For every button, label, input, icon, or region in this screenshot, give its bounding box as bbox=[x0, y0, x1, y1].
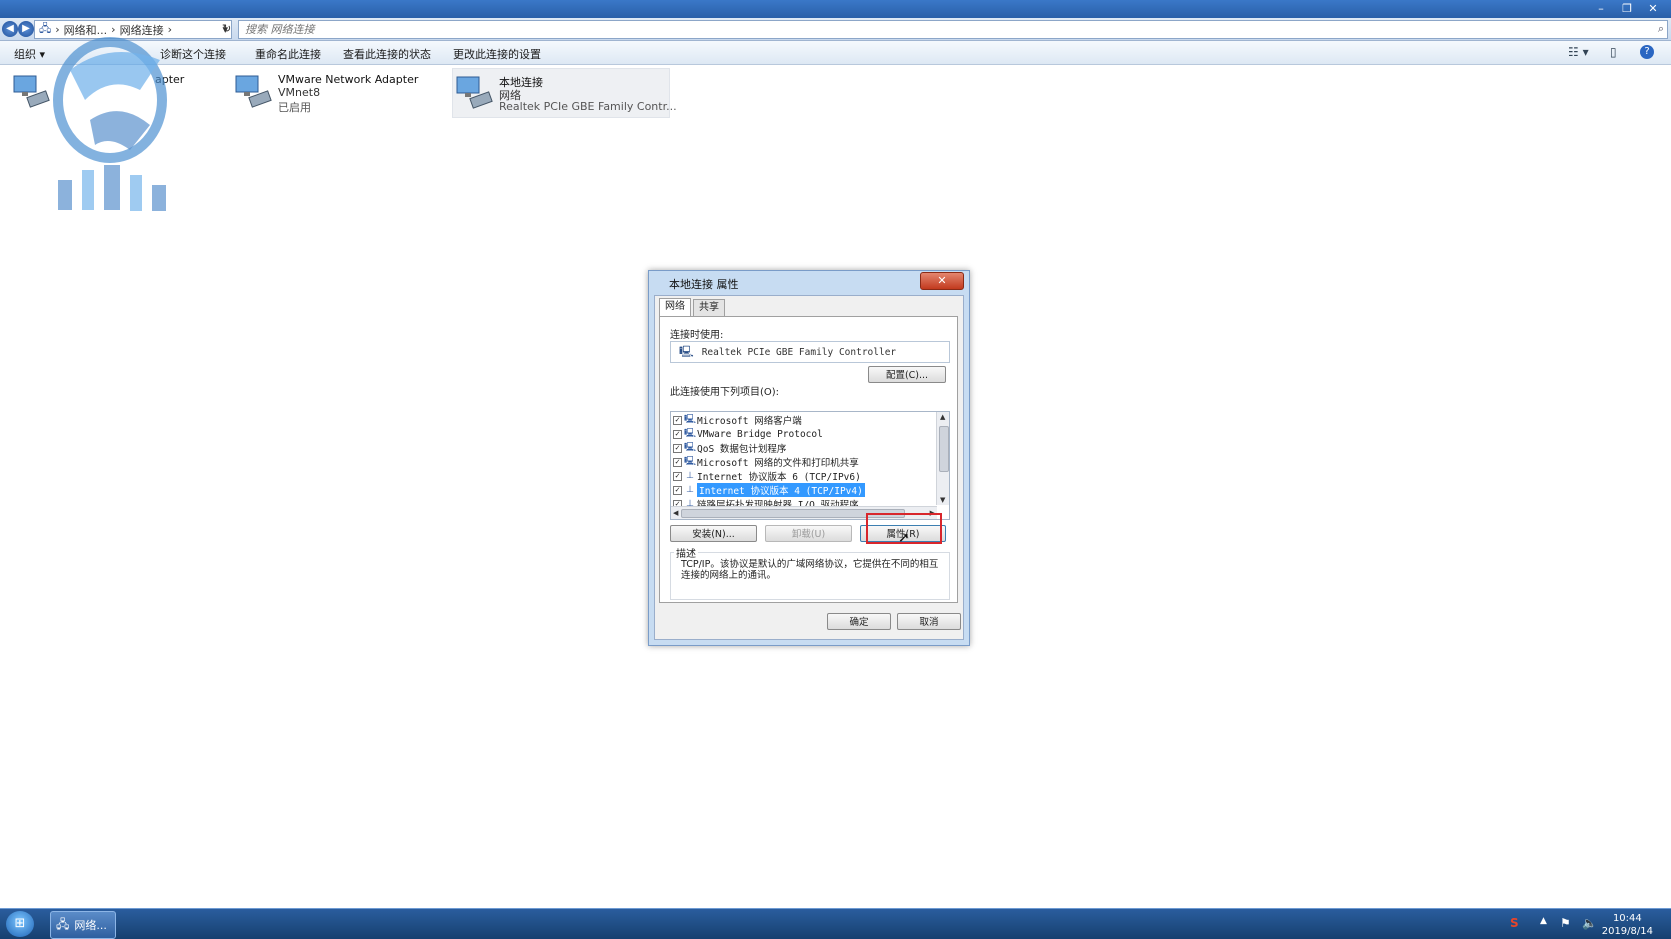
change-settings-button[interactable]: 更改此连接的设置 bbox=[453, 46, 541, 62]
view-options-icon[interactable]: ☷ ▾ bbox=[1568, 45, 1589, 59]
start-button[interactable]: ⊞ bbox=[6, 911, 34, 937]
install-button[interactable]: 安装(N)... bbox=[670, 525, 757, 542]
clock-time: 10:44 bbox=[1612, 913, 1642, 924]
description-text: TCP/IP。该协议是默认的广域网络协议，它提供在不同的相互连接的网络上的通讯。 bbox=[681, 559, 939, 581]
checkbox[interactable]: ✓ bbox=[673, 429, 682, 439]
connect-using-label: 连接时使用: bbox=[670, 330, 724, 341]
component-label: QoS 数据包计划程序 bbox=[697, 444, 787, 455]
adapter-name: VMware Network Adapter bbox=[278, 73, 419, 86]
minimize-button[interactable]: – bbox=[1589, 1, 1613, 16]
component-label: VMware Bridge Protocol bbox=[697, 428, 823, 440]
back-arrow-icon[interactable]: ◀ bbox=[2, 21, 18, 37]
adapter-tile-vmnet8[interactable]: VMware Network Adapter VMnet8 已启用 bbox=[232, 68, 432, 116]
mouse-pointer-icon: ➚ bbox=[898, 530, 910, 546]
list-item[interactable]: ✓ ⊥ Internet 协议版本 6 (TCP/IPv6) bbox=[673, 469, 861, 483]
protocol-icon: ⊥ bbox=[686, 471, 694, 481]
list-item[interactable]: ✓ 🖳 VMware Bridge Protocol bbox=[673, 427, 823, 441]
search-box[interactable]: ⌕ bbox=[238, 20, 1668, 39]
tab-sharing[interactable]: 共享 bbox=[693, 299, 725, 316]
list-item[interactable]: ✓ 🖳 Microsoft 网络客户端 bbox=[673, 413, 802, 427]
list-item[interactable]: ✓ 🖳 Microsoft 网络的文件和打印机共享 bbox=[673, 455, 859, 469]
watermark-logo bbox=[53, 37, 167, 211]
component-label: Internet 协议版本 4 (TCP/IPv4) bbox=[697, 483, 865, 497]
command-bar: 组织 ▾ 诊断这个连接 重命名此连接 查看此连接的状态 更改此连接的设置 ☷ ▾… bbox=[0, 41, 1671, 65]
component-label: Microsoft 网络的文件和打印机共享 bbox=[697, 458, 859, 469]
network-folder-icon: 🖧 bbox=[56, 916, 70, 931]
scroll-down-icon[interactable]: ▼ bbox=[940, 496, 945, 504]
address-row: ◀ ▶ 🖧 › 网络和... › 网络连接 › ▾ ↻ ⌕ bbox=[0, 18, 1671, 41]
checkbox[interactable]: ✓ bbox=[673, 471, 682, 481]
taskbar-button-network[interactable]: 🖧 网络... bbox=[50, 911, 116, 939]
input-method-icon[interactable]: S bbox=[1510, 916, 1519, 930]
adapter-device: Realtek PCIe GBE Family Contr... bbox=[499, 100, 677, 113]
search-input[interactable] bbox=[243, 21, 1637, 38]
action-center-flag-icon[interactable]: ⚑ bbox=[1560, 916, 1571, 930]
network-tab-panel: 连接时使用: 🖳 Realtek PCIe GBE Family Control… bbox=[659, 316, 958, 603]
tab-network[interactable]: 网络 bbox=[659, 298, 691, 317]
dialog-close-button[interactable]: ✕ bbox=[920, 272, 964, 290]
component-list[interactable]: ✓ 🖳 Microsoft 网络客户端 ✓ 🖳 VMware Bridge Pr… bbox=[670, 411, 950, 520]
component-label: Microsoft 网络客户端 bbox=[697, 416, 802, 427]
clock-date: 2019/8/14 bbox=[1601, 926, 1653, 937]
cancel-button[interactable]: 取消 bbox=[897, 613, 961, 630]
adapter-field-value: Realtek PCIe GBE Family Controller bbox=[701, 346, 897, 358]
checkbox[interactable]: ✓ bbox=[673, 457, 682, 467]
refresh-icon[interactable]: ↻ bbox=[222, 22, 231, 35]
list-item[interactable]: ✓ 🖳 QoS 数据包计划程序 bbox=[673, 441, 786, 455]
taskbar-button-label: 网络... bbox=[74, 919, 107, 932]
show-hidden-icons-icon[interactable]: ▲ bbox=[1540, 916, 1547, 926]
view-status-button[interactable]: 查看此连接的状态 bbox=[343, 46, 431, 62]
rename-button[interactable]: 重命名此连接 bbox=[255, 46, 321, 62]
scroll-thumb[interactable] bbox=[939, 426, 949, 472]
volume-icon[interactable]: 🔈 bbox=[1582, 916, 1597, 930]
uninstall-button[interactable]: 卸载(U) bbox=[765, 525, 852, 542]
adapter-status: 已启用 bbox=[278, 101, 311, 114]
network-card-icon: 🖳 bbox=[679, 344, 694, 358]
window-controls: – ❐ ✕ bbox=[1589, 1, 1665, 16]
description-label: 描述 bbox=[674, 545, 698, 560]
protocol-icon: ⊥ bbox=[686, 485, 694, 495]
vertical-scrollbar[interactable]: ▲ ▼ bbox=[936, 412, 949, 505]
scroll-up-icon[interactable]: ▲ bbox=[940, 413, 945, 421]
adapter-field: 🖳 Realtek PCIe GBE Family Controller bbox=[670, 341, 950, 363]
service-icon: 🖳 bbox=[684, 457, 697, 467]
network-adapter-icon bbox=[456, 76, 493, 109]
network-adapter-icon bbox=[235, 75, 272, 108]
properties-dialog: 本地连接 属性 ✕ 网络 共享 连接时使用: 🖳 Realtek PCIe GB… bbox=[648, 270, 970, 646]
scroll-left-icon[interactable]: ◀ bbox=[673, 509, 678, 517]
dialog-title: 本地连接 属性 bbox=[669, 278, 739, 291]
adapter-network: VMnet8 bbox=[278, 86, 321, 99]
help-icon[interactable]: ? bbox=[1640, 45, 1654, 59]
configure-button[interactable]: 配置(C)... bbox=[868, 366, 946, 383]
checkbox[interactable]: ✓ bbox=[673, 443, 682, 453]
checkbox[interactable]: ✓ bbox=[673, 415, 682, 425]
description-group: TCP/IP。该协议是默认的广域网络协议，它提供在不同的相互连接的网络上的通讯。 bbox=[670, 552, 950, 600]
window-title-bar: – ❐ ✕ bbox=[0, 0, 1671, 18]
items-label: 此连接使用下列项目(O): bbox=[670, 387, 780, 398]
taskbar: ⊞ 🖧 网络... S ▲ ⚑ 🔈 10:44 2019/8/14 bbox=[0, 908, 1671, 939]
adapter-tile-local[interactable]: 本地连接 网络 Realtek PCIe GBE Family Contr... bbox=[452, 68, 677, 118]
ok-button[interactable]: 确定 bbox=[827, 613, 891, 630]
component-label: Internet 协议版本 6 (TCP/IPv6) bbox=[697, 472, 861, 483]
clock[interactable]: 10:44 2019/8/14 bbox=[1602, 912, 1653, 938]
preview-pane-icon[interactable]: ▯ bbox=[1610, 45, 1617, 59]
list-item-selected[interactable]: ✓ ⊥ Internet 协议版本 4 (TCP/IPv4) bbox=[673, 483, 865, 497]
close-window-button[interactable]: ✕ bbox=[1641, 1, 1665, 16]
restore-button[interactable]: ❐ bbox=[1615, 1, 1639, 16]
search-icon[interactable]: ⌕ bbox=[1658, 22, 1664, 36]
dialog-body: 网络 共享 连接时使用: 🖳 Realtek PCIe GBE Family C… bbox=[654, 295, 964, 640]
checkbox[interactable]: ✓ bbox=[673, 485, 682, 495]
